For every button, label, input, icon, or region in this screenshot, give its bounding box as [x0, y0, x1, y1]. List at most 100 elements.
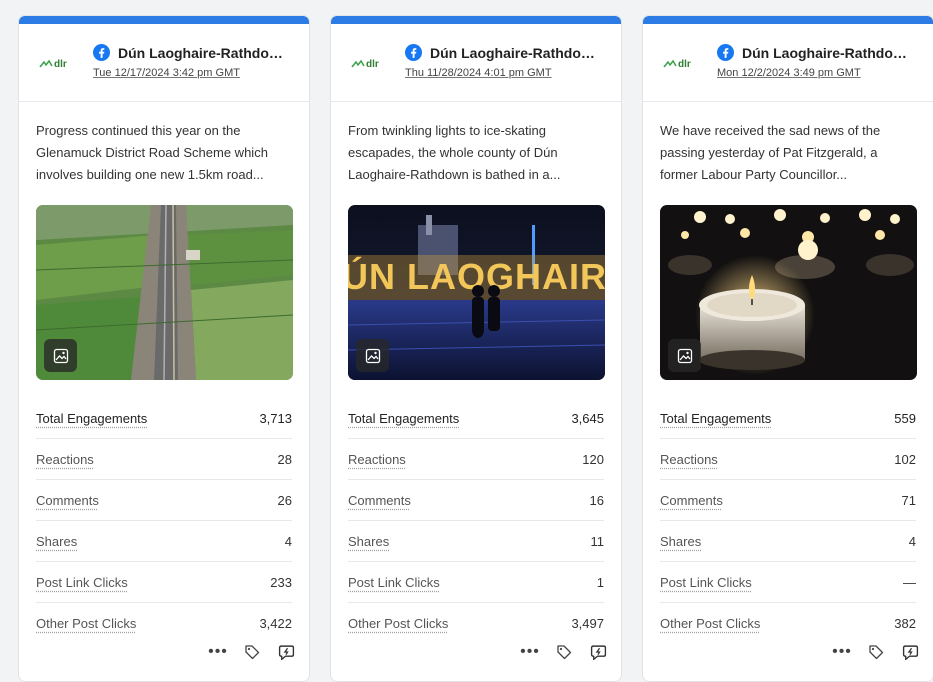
- metric-row: Total Engagements 3,645: [348, 398, 604, 439]
- card-header: dlr Dún Laoghaire-Rathdown ... Tue 12/17…: [19, 24, 309, 102]
- facebook-icon: [717, 44, 734, 61]
- dlr-logo: dlr: [351, 53, 385, 73]
- metric-row: Post Link Clicks 1: [348, 562, 604, 603]
- metric-value: 3,713: [259, 411, 292, 426]
- metric-label[interactable]: Shares: [348, 534, 389, 549]
- account-name[interactable]: Dún Laoghaire-Rathdown ...: [430, 45, 605, 61]
- account-name[interactable]: Dún Laoghaire-Rathdown ...: [742, 45, 917, 61]
- metric-row: Comments 71: [660, 480, 916, 521]
- metric-label[interactable]: Reactions: [36, 452, 94, 467]
- metric-value: 233: [270, 575, 292, 590]
- metric-label[interactable]: Reactions: [348, 452, 406, 467]
- metric-row: Reactions 102: [660, 439, 916, 480]
- metric-label[interactable]: Comments: [36, 493, 99, 508]
- metric-row: Other Post Clicks 3,422: [36, 603, 292, 644]
- post-date-link[interactable]: Tue 12/17/2024 3:42 pm GMT: [93, 67, 240, 79]
- post-media[interactable]: [660, 205, 917, 380]
- post-cards-grid: dlr Dún Laoghaire-Rathdown ... Tue 12/17…: [18, 15, 933, 682]
- metric-value: 16: [590, 493, 604, 508]
- metric-label[interactable]: Total Engagements: [660, 411, 771, 426]
- reply-icon[interactable]: [589, 643, 607, 661]
- metric-row: Total Engagements 3,713: [36, 398, 292, 439]
- metric-row: Comments 26: [36, 480, 292, 521]
- metric-row: Total Engagements 559: [660, 398, 916, 439]
- metric-value: 3,422: [259, 616, 292, 631]
- metric-label[interactable]: Total Engagements: [36, 411, 147, 426]
- metric-label[interactable]: Post Link Clicks: [660, 575, 752, 590]
- metric-value: 3,497: [571, 616, 604, 631]
- card-accent-bar: [19, 16, 309, 24]
- metric-row: Shares 11: [348, 521, 604, 562]
- metric-label[interactable]: Shares: [660, 534, 701, 549]
- facebook-icon: [93, 44, 110, 61]
- metric-value: 71: [902, 493, 916, 508]
- metric-label[interactable]: Comments: [660, 493, 723, 508]
- post-media[interactable]: [36, 205, 293, 380]
- metric-label[interactable]: Post Link Clicks: [36, 575, 128, 590]
- metric-label[interactable]: Other Post Clicks: [36, 616, 136, 631]
- metric-value: 1: [597, 575, 604, 590]
- post-media[interactable]: ÚN LAOGHAIR: [348, 205, 605, 380]
- logo-text: dlr: [366, 59, 379, 70]
- post-text: Progress continued this year on the Glen…: [36, 120, 292, 186]
- metric-value: 382: [894, 616, 916, 631]
- metric-row: Post Link Clicks —: [660, 562, 916, 603]
- metric-label[interactable]: Total Engagements: [348, 411, 459, 426]
- post-date-link[interactable]: Mon 12/2/2024 3:49 pm GMT: [717, 67, 861, 79]
- metric-label[interactable]: Other Post Clicks: [348, 616, 448, 631]
- tag-icon[interactable]: [867, 643, 885, 661]
- metric-row: Other Post Clicks 382: [660, 603, 916, 644]
- metric-value: 3,645: [571, 411, 604, 426]
- metric-row: Other Post Clicks 3,497: [348, 603, 604, 644]
- reply-icon[interactable]: [901, 643, 919, 661]
- metric-row: Reactions 120: [348, 439, 604, 480]
- card-accent-bar: [331, 16, 621, 24]
- post-card[interactable]: dlr Dún Laoghaire-Rathdown ... Thu 11/28…: [330, 15, 622, 682]
- post-date-link[interactable]: Thu 11/28/2024 4:01 pm GMT: [405, 67, 552, 79]
- metrics-list: Total Engagements 3,645 Reactions 120 Co…: [348, 398, 604, 644]
- metric-label[interactable]: Other Post Clicks: [660, 616, 760, 631]
- metric-value: 4: [909, 534, 916, 549]
- card-accent-bar: [643, 16, 933, 24]
- logo-text: dlr: [678, 59, 691, 70]
- metric-row: Reactions 28: [36, 439, 292, 480]
- metric-row: Shares 4: [660, 521, 916, 562]
- image-icon: [44, 339, 77, 372]
- card-actions: •••: [521, 643, 607, 661]
- metric-value: 28: [278, 452, 292, 467]
- metric-label[interactable]: Reactions: [660, 452, 718, 467]
- account-name[interactable]: Dún Laoghaire-Rathdown ...: [118, 45, 293, 61]
- dlr-logo: dlr: [39, 53, 73, 73]
- metrics-list: Total Engagements 3,713 Reactions 28 Com…: [36, 398, 292, 644]
- metric-value: 4: [285, 534, 292, 549]
- metrics-list: Total Engagements 559 Reactions 102 Comm…: [660, 398, 916, 644]
- metric-value: 11: [591, 534, 605, 549]
- logo-text: dlr: [54, 59, 67, 70]
- metric-row: Post Link Clicks 233: [36, 562, 292, 603]
- post-text: From twinkling lights to ice-skating esc…: [348, 120, 604, 186]
- post-card[interactable]: dlr Dún Laoghaire-Rathdown ... Mon 12/2/…: [642, 15, 933, 682]
- metric-label[interactable]: Comments: [348, 493, 411, 508]
- more-icon[interactable]: •••: [833, 643, 851, 661]
- tag-icon[interactable]: [555, 643, 573, 661]
- metric-row: Comments 16: [348, 480, 604, 521]
- metric-value: 559: [894, 411, 916, 426]
- image-icon: [356, 339, 389, 372]
- card-actions: •••: [833, 643, 919, 661]
- card-header: dlr Dún Laoghaire-Rathdown ... Thu 11/28…: [331, 24, 621, 102]
- metric-value: 120: [582, 452, 604, 467]
- more-icon[interactable]: •••: [521, 643, 539, 661]
- metric-label[interactable]: Post Link Clicks: [348, 575, 440, 590]
- metric-value: 102: [894, 452, 916, 467]
- post-text: We have received the sad news of the pas…: [660, 120, 916, 186]
- tag-icon[interactable]: [243, 643, 261, 661]
- dlr-logo: dlr: [663, 53, 697, 73]
- metric-value: 26: [278, 493, 292, 508]
- metric-label[interactable]: Shares: [36, 534, 77, 549]
- card-actions: •••: [209, 643, 295, 661]
- facebook-icon: [405, 44, 422, 61]
- more-icon[interactable]: •••: [209, 643, 227, 661]
- metric-row: Shares 4: [36, 521, 292, 562]
- post-card[interactable]: dlr Dún Laoghaire-Rathdown ... Tue 12/17…: [18, 15, 310, 682]
- reply-icon[interactable]: [277, 643, 295, 661]
